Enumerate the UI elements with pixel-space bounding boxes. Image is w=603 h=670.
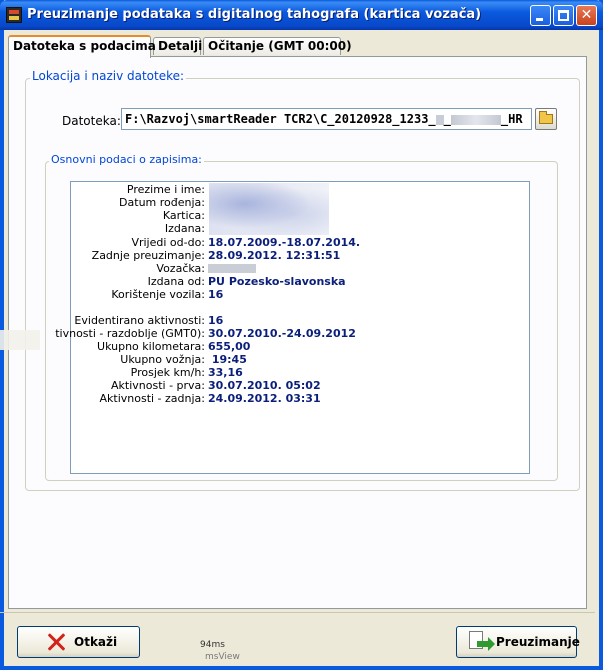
app-icon	[6, 7, 22, 23]
background-artifact	[0, 330, 40, 350]
title-bar[interactable]: Preuzimanje podataka s digitalnog tahogr…	[0, 0, 603, 30]
info-value: 24.09.2012. 03:31	[208, 392, 321, 405]
info-label: Kartica:	[162, 209, 205, 222]
info-value: 30.07.2010.-24.09.2012	[208, 327, 356, 340]
info-value: 28.09.2012. 12:31:51	[208, 249, 341, 262]
timing-readout: 94ms	[200, 640, 225, 650]
info-row: Korištenje vozila: 16	[71, 288, 531, 301]
file-label: Datoteka:	[62, 114, 121, 128]
info-value: 16	[208, 314, 224, 327]
info-label: Prosjek km/h:	[130, 366, 205, 379]
import-button-label: Preuzimanje	[496, 635, 580, 649]
info-label: Aktivnosti - prva:	[111, 379, 205, 392]
import-icon	[469, 631, 495, 655]
browse-button[interactable]	[535, 108, 557, 130]
info-label: Vrijedi od-do:	[131, 236, 205, 249]
info-label: Datum rođenja:	[119, 196, 205, 209]
info-label: Izdana:	[164, 222, 205, 235]
info-value: 18.07.2009.-18.07.2014.	[208, 236, 361, 249]
record-info-box: Prezime i ime: Datum rođenja: Kartica: I…	[55, 181, 531, 474]
info-row: tivnosti - razdoblje (GMT0): 30.07.2010.…	[55, 327, 531, 340]
info-row: Prosjek km/h: 33,16	[71, 366, 531, 379]
info-label: Evidentirano aktivnosti:	[74, 314, 205, 327]
info-row: Zadnje preuzimanje: 28.09.2012. 12:31:51	[71, 249, 531, 262]
info-label: Vozačka:	[156, 262, 205, 275]
info-value: 655,00	[208, 340, 251, 353]
redacted-segment	[450, 114, 501, 125]
close-button[interactable]: ✕	[576, 5, 597, 26]
close-icon: ✕	[580, 7, 593, 23]
cancel-x-icon	[46, 632, 66, 652]
cancel-button[interactable]: Otkaži	[17, 626, 140, 658]
info-row: Ukupno kilometara: 655,00	[71, 340, 531, 353]
info-row: Aktivnosti - zadnja: 24.09.2012. 03:31	[71, 392, 531, 405]
folder-icon	[539, 111, 553, 124]
info-label: tivnosti - razdoblje (GMT0):	[55, 327, 205, 340]
footer-separator	[0, 612, 595, 613]
window-title: Preuzimanje podataka s digitalnog tahogr…	[27, 7, 482, 22]
info-row: Kartica:	[71, 209, 531, 222]
info-value: 30.07.2010. 05:02	[208, 379, 321, 392]
redacted-segment	[435, 114, 444, 125]
record-info-legend: Osnovni podaci o zapisima:	[49, 153, 204, 166]
info-value: 33,16	[208, 366, 243, 379]
file-location-legend: Lokacija i naziv datoteke:	[30, 69, 187, 83]
info-row: Vrijedi od-do: 18.07.2009.-18.07.2014.	[71, 236, 531, 249]
info-row: Ukupno vožnja: 19:45	[71, 353, 531, 366]
maximize-button[interactable]	[553, 5, 574, 26]
tab-detalji[interactable]: Detalji	[153, 37, 202, 55]
minimize-icon	[536, 18, 543, 21]
redacted-value	[208, 264, 256, 273]
info-value: 19:45	[208, 353, 247, 366]
info-label: Ukupno kilometara:	[97, 340, 205, 353]
info-row: Vozačka:	[71, 262, 531, 275]
tab-panel: Lokacija i naziv datoteke: Datoteka: F:\…	[8, 56, 587, 609]
watermark-text: msView	[205, 652, 240, 662]
info-row: Datum rođenja:	[71, 196, 531, 209]
info-row: Izdana:	[71, 222, 531, 235]
file-path-field[interactable]: F:\Razvoj\smartReader TCR2\C_20120928_12…	[121, 108, 532, 130]
info-label: Aktivnosti - zadnja:	[99, 392, 205, 405]
info-label: Zadnje preuzimanje:	[91, 249, 205, 262]
minimize-button[interactable]	[530, 5, 551, 26]
info-label: Izdana od:	[147, 275, 205, 288]
info-label: Prezime i ime:	[126, 183, 205, 196]
cancel-button-label: Otkaži	[74, 635, 118, 649]
info-row: Aktivnosti - prva: 30.07.2010. 05:02	[71, 379, 531, 392]
info-row: Evidentirano aktivnosti: 16	[71, 314, 531, 327]
info-row: Izdana od: PU Pozesko-slavonska	[71, 275, 531, 288]
import-button[interactable]: Preuzimanje	[456, 626, 580, 658]
maximize-icon	[558, 10, 569, 21]
file-path-start: F:\Razvoj\smartReader TCR2\C_20120928_12…	[125, 112, 436, 126]
info-value: PU Pozesko-slavonska	[208, 275, 346, 288]
info-row: Prezime i ime:	[71, 183, 531, 196]
tab-datoteka[interactable]: Datoteka s podacima	[8, 35, 156, 58]
info-label: Ukupno vožnja:	[120, 353, 205, 366]
file-path-end: HR	[508, 112, 523, 126]
info-value: 16	[208, 288, 224, 301]
info-label: Korištenje vozila:	[111, 288, 205, 301]
tab-ocitanje[interactable]: Očitanje (GMT 00:00)	[203, 37, 352, 55]
